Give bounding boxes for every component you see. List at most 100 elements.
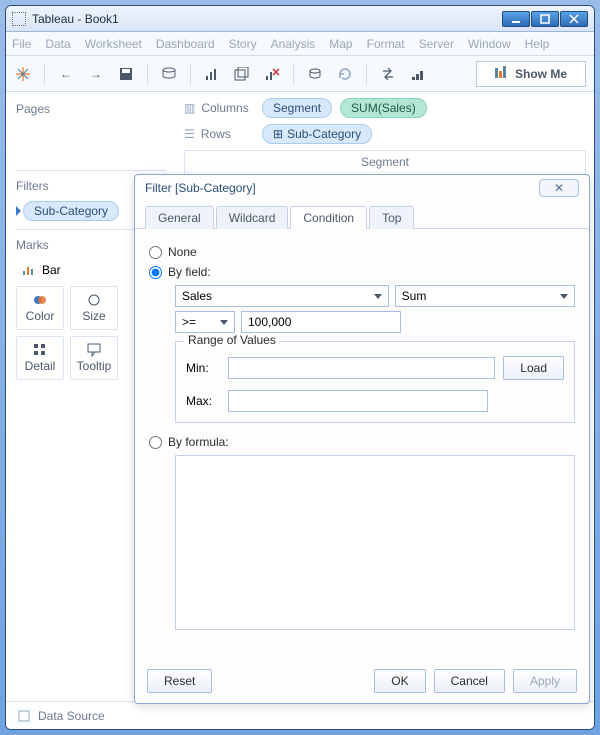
separator: [293, 63, 294, 85]
separator: [190, 63, 191, 85]
menu-data[interactable]: Data: [45, 37, 70, 51]
rows-pill-subcategory[interactable]: ⊞Sub-Category: [262, 124, 372, 144]
swap-icon[interactable]: [379, 65, 397, 83]
menu-story[interactable]: Story: [229, 37, 257, 51]
app-icon: [12, 12, 26, 26]
separator: [16, 170, 166, 171]
size-icon: [87, 293, 101, 307]
cancel-button[interactable]: Cancel: [434, 669, 505, 693]
menubar: File Data Worksheet Dashboard Story Anal…: [6, 32, 594, 56]
marks-size[interactable]: Size: [70, 286, 118, 330]
mark-type-label: Bar: [42, 263, 61, 277]
radio-none-label: None: [168, 245, 197, 259]
bottom-bar: Data Source: [6, 701, 594, 729]
minimize-button[interactable]: [502, 11, 530, 27]
tab-top[interactable]: Top: [369, 206, 414, 229]
radio-byfield[interactable]: [149, 266, 162, 279]
load-button[interactable]: Load: [503, 356, 564, 380]
toolbar: ← → Show Me: [6, 56, 594, 92]
window-title: Tableau - Book1: [32, 12, 119, 26]
menu-window[interactable]: Window: [468, 37, 511, 51]
clear-icon[interactable]: [263, 65, 281, 83]
rows-icon: ☰: [184, 127, 195, 141]
pages-shelf[interactable]: [16, 124, 166, 162]
pages-shelf-label: Pages: [16, 102, 166, 116]
chevron-down-icon: [560, 294, 568, 299]
columns-pill-segment[interactable]: Segment: [262, 98, 332, 118]
rows-label: Rows: [201, 127, 231, 141]
radio-byformula-label: By formula:: [168, 435, 229, 449]
duplicate-icon[interactable]: [233, 65, 251, 83]
radio-none[interactable]: [149, 246, 162, 259]
range-group: Range of Values Min: Load Max:: [175, 341, 575, 423]
showme-button[interactable]: Show Me: [476, 61, 586, 87]
close-button[interactable]: [560, 11, 588, 27]
aggregation-dropdown[interactable]: Sum: [395, 285, 575, 307]
sort-asc-icon[interactable]: [409, 65, 427, 83]
marks-color[interactable]: Color: [16, 286, 64, 330]
filter-marker-icon: [16, 206, 21, 216]
bar-icon: [22, 264, 36, 276]
separator: [366, 63, 367, 85]
new-worksheet-icon[interactable]: [203, 65, 221, 83]
radio-byformula[interactable]: [149, 436, 162, 449]
bars-icon: [495, 66, 507, 81]
menu-worksheet[interactable]: Worksheet: [85, 37, 142, 51]
max-input[interactable]: [228, 390, 488, 412]
min-input[interactable]: [228, 357, 495, 379]
menu-server[interactable]: Server: [419, 37, 454, 51]
maximize-button[interactable]: [531, 11, 559, 27]
apply-button[interactable]: Apply: [513, 669, 577, 693]
dialog-tabs: General Wildcard Condition Top: [135, 205, 589, 229]
color-icon: [33, 293, 47, 307]
titlebar: Tableau - Book1: [6, 6, 594, 32]
refresh-icon[interactable]: [336, 65, 354, 83]
formula-textarea[interactable]: [175, 455, 575, 630]
columns-shelf[interactable]: ▥ Columns Segment SUM(Sales): [184, 98, 586, 118]
field-dropdown[interactable]: Sales: [175, 285, 389, 307]
separator: [44, 63, 45, 85]
tab-condition[interactable]: Condition: [290, 206, 367, 229]
marks-detail[interactable]: Detail: [16, 336, 64, 380]
tab-general[interactable]: General: [145, 206, 214, 229]
menu-file[interactable]: File: [12, 37, 31, 51]
chevron-down-icon: [374, 294, 382, 299]
save-icon[interactable]: [117, 65, 135, 83]
menu-dashboard[interactable]: Dashboard: [156, 37, 215, 51]
value-input[interactable]: [241, 311, 401, 333]
columns-label: Columns: [201, 101, 248, 115]
max-label: Max:: [186, 394, 220, 408]
datasource-icon[interactable]: [160, 65, 178, 83]
operator-dropdown[interactable]: >=: [175, 311, 235, 333]
showme-label: Show Me: [515, 67, 567, 81]
plus-icon: ⊞: [273, 127, 283, 141]
dialog-close-button[interactable]: ✕: [539, 179, 579, 197]
menu-help[interactable]: Help: [525, 37, 550, 51]
range-title: Range of Values: [184, 333, 280, 347]
rows-shelf[interactable]: ☰ Rows ⊞Sub-Category: [184, 124, 586, 144]
reset-button[interactable]: Reset: [147, 669, 212, 693]
detail-icon: [33, 343, 47, 357]
marks-tooltip[interactable]: Tooltip: [70, 336, 118, 380]
ok-button[interactable]: OK: [374, 669, 425, 693]
tableau-logo-icon[interactable]: [14, 65, 32, 83]
tab-wildcard[interactable]: Wildcard: [216, 206, 289, 229]
filter-dialog: Filter [Sub-Category] ✕ General Wildcard…: [134, 174, 590, 704]
columns-icon: ▥: [184, 101, 195, 115]
separator: [147, 63, 148, 85]
forward-icon[interactable]: →: [87, 65, 105, 83]
menu-analysis[interactable]: Analysis: [271, 37, 316, 51]
app-window: Tableau - Book1 File Data Worksheet Dash…: [5, 5, 595, 730]
columns-pill-sales[interactable]: SUM(Sales): [340, 98, 427, 118]
chevron-down-icon: [220, 320, 228, 325]
datasource-tab[interactable]: Data Source: [38, 709, 105, 723]
back-icon[interactable]: ←: [57, 65, 75, 83]
tab-condition-body: None By field: Sales Sum >= Range of Val…: [135, 229, 589, 640]
filter-pill-subcategory[interactable]: Sub-Category: [23, 201, 119, 221]
viz-header-segment: Segment: [361, 155, 409, 169]
menu-format[interactable]: Format: [367, 37, 405, 51]
dialog-title: Filter [Sub-Category]: [145, 181, 256, 195]
datasource-tab-icon: [18, 710, 30, 722]
autoupdate-icon[interactable]: [306, 65, 324, 83]
menu-map[interactable]: Map: [329, 37, 352, 51]
